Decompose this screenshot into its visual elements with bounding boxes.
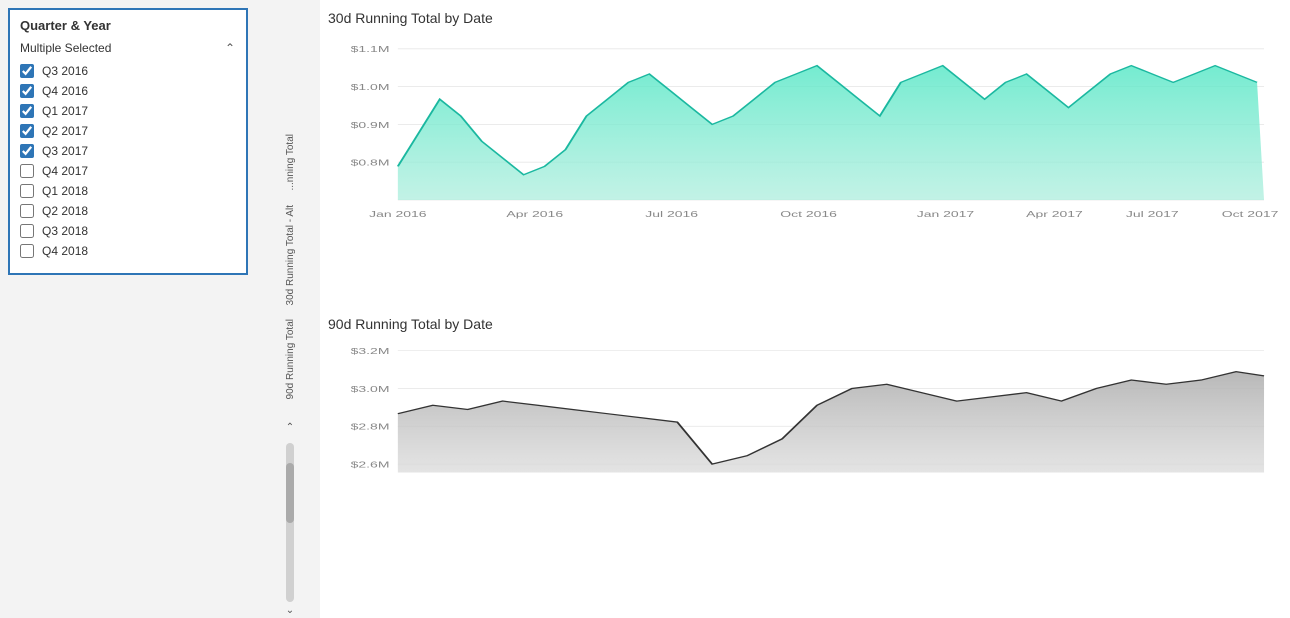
filter-header-label: Multiple Selected [20, 41, 111, 55]
scroll-up-button[interactable]: ⌃ [282, 419, 298, 435]
chart1-x7: Jul 2017 [1126, 210, 1179, 219]
chart1-container: $1.1M $1.0M $0.9M $0.8M Jan 2016 Apr 2 [328, 32, 1278, 304]
filter-box: Quarter & Year Multiple Selected ⌃ Q3 20… [8, 8, 248, 275]
chart1-svg: $1.1M $1.0M $0.9M $0.8M Jan 2016 Apr 2 [328, 32, 1278, 242]
filter-item-label: Q2 2018 [42, 204, 88, 218]
chart1-title: 30d Running Total by Date [328, 10, 1278, 26]
filter-header[interactable]: Multiple Selected ⌃ [16, 39, 240, 57]
filter-checkbox[interactable] [20, 224, 34, 238]
chart2-y1: $2.6M [351, 461, 390, 470]
middle-scrollbar[interactable] [286, 443, 294, 602]
filter-checkbox[interactable] [20, 64, 34, 78]
filter-list: Q3 2016 Q4 2016 Q1 2017 Q2 2017 Q3 2017 Q4 20… [16, 61, 240, 261]
filter-item[interactable]: Q2 2017 [16, 121, 240, 141]
tab-90d[interactable]: 90d Running Total [283, 315, 298, 403]
filter-checkbox[interactable] [20, 164, 34, 178]
chart1-x2: Apr 2016 [506, 210, 563, 219]
filter-checkbox[interactable] [20, 84, 34, 98]
chart1-y1: $0.8M [351, 159, 390, 168]
chart2-title: 90d Running Total by Date [328, 316, 1278, 332]
filter-list-area: Q3 2016 Q4 2016 Q1 2017 Q2 2017 Q3 2017 Q4 20… [16, 61, 240, 261]
filter-item[interactable]: Q4 2016 [16, 81, 240, 101]
filter-checkbox[interactable] [20, 104, 34, 118]
filter-item-label: Q3 2018 [42, 224, 88, 238]
filter-item-label: Q1 2018 [42, 184, 88, 198]
filter-item[interactable]: Q3 2017 [16, 141, 240, 161]
chart1-x3: Jul 2016 [645, 210, 698, 219]
scroll-down-button[interactable]: ⌄ [282, 602, 298, 618]
tab-30d-alt[interactable]: 30d Running Total - Alt [283, 201, 298, 309]
chart2-y2: $2.8M [351, 423, 390, 432]
chart2-container: $3.2M $3.0M $2.8M $2.6M [328, 338, 1278, 610]
chart1-y4: $1.1M [351, 46, 390, 55]
chart2-y4: $3.2M [351, 347, 390, 356]
filter-checkbox[interactable] [20, 184, 34, 198]
filter-item[interactable]: Q4 2018 [16, 241, 240, 261]
left-panel: Quarter & Year Multiple Selected ⌃ Q3 20… [0, 0, 260, 618]
chart2-wrapper: 90d Running Total by Date $3.2M $3.0M $2… [328, 316, 1278, 610]
filter-item[interactable]: Q1 2017 [16, 101, 240, 121]
filter-checkbox[interactable] [20, 244, 34, 258]
chart1-y3: $1.0M [351, 83, 390, 92]
filter-item[interactable]: Q1 2018 [16, 181, 240, 201]
chart1-x4: Oct 2016 [780, 210, 837, 219]
filter-item[interactable]: Q3 2018 [16, 221, 240, 241]
chart1-y2: $0.9M [351, 121, 390, 130]
filter-item-label: Q1 2017 [42, 104, 88, 118]
filter-item-label: Q3 2017 [42, 144, 88, 158]
chart2-y3: $3.0M [351, 385, 390, 394]
chart2-svg: $3.2M $3.0M $2.8M $2.6M [328, 338, 1278, 523]
filter-item-label: Q4 2017 [42, 164, 88, 178]
chart1-x1: Jan 2016 [369, 210, 426, 219]
chart1-x6: Apr 2017 [1026, 210, 1083, 219]
filter-item-label: Q4 2016 [42, 84, 88, 98]
filter-item[interactable]: Q2 2018 [16, 201, 240, 221]
filter-item-label: Q2 2017 [42, 124, 88, 138]
chevron-up-icon[interactable]: ⌃ [224, 42, 236, 54]
filter-checkbox[interactable] [20, 144, 34, 158]
filter-checkbox[interactable] [20, 124, 34, 138]
chart1-area [398, 66, 1264, 200]
filter-checkbox[interactable] [20, 204, 34, 218]
middle-scrollbar-thumb [286, 463, 294, 523]
chart1-x5: Jan 2017 [917, 210, 974, 219]
chart1-wrapper: 30d Running Total by Date $1.1M $1.0M $0… [328, 10, 1278, 304]
filter-item[interactable]: Q4 2017 [16, 161, 240, 181]
filter-item-label: Q3 2016 [42, 64, 88, 78]
chart2-area [398, 372, 1264, 473]
tab-running-total[interactable]: ...nning Total [283, 130, 298, 195]
chart1-x8: Oct 2017 [1222, 210, 1278, 219]
middle-column: ...nning Total 30d Running Total - Alt 9… [260, 0, 320, 618]
right-panel: 30d Running Total by Date $1.1M $1.0M $0… [320, 0, 1290, 618]
filter-title: Quarter & Year [16, 18, 240, 33]
filter-item[interactable]: Q3 2016 [16, 61, 240, 81]
filter-item-label: Q4 2018 [42, 244, 88, 258]
